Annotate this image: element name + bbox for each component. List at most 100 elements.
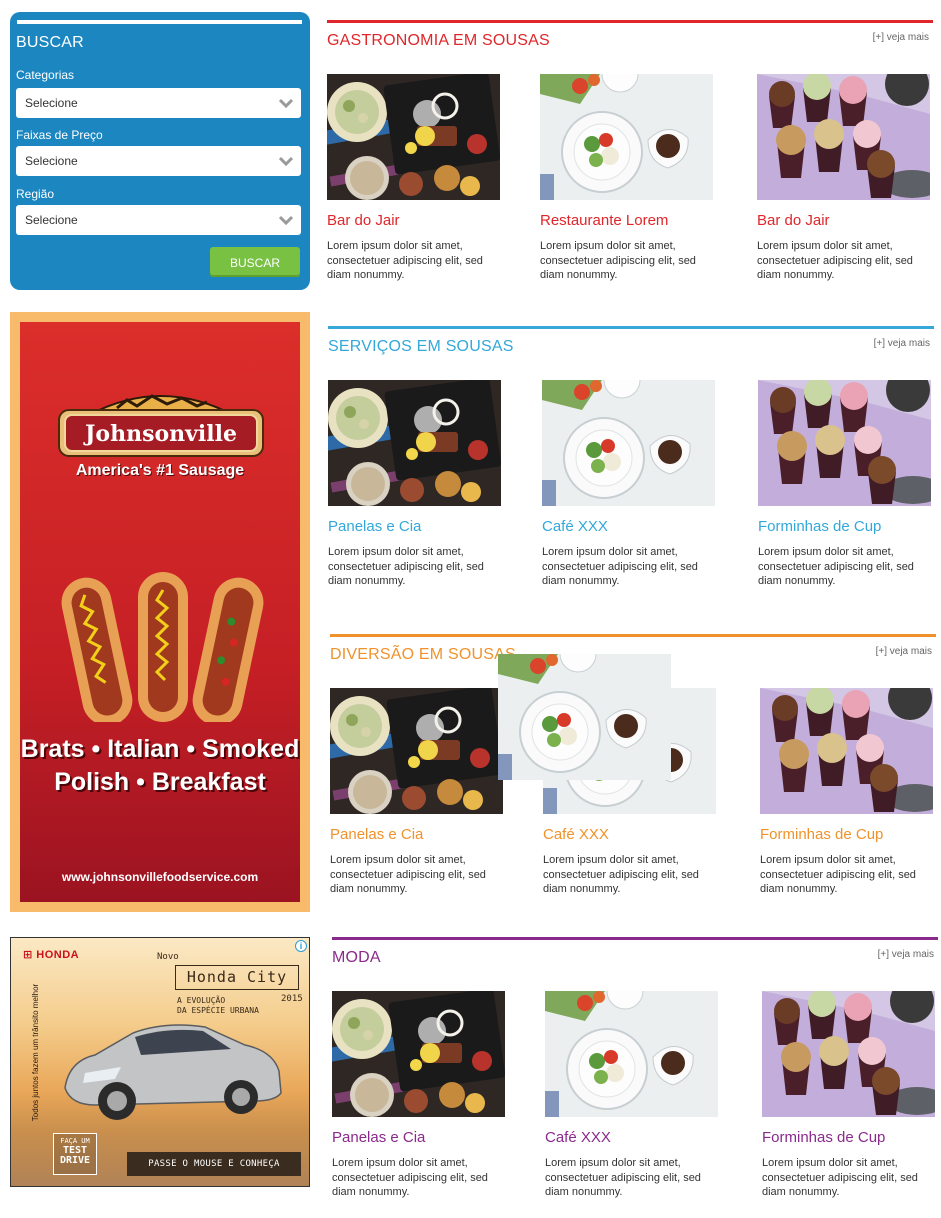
honda-novo: Novo	[157, 952, 179, 962]
grill-platter-image[interactable]	[330, 688, 503, 814]
listing-description: Lorem ipsum dolor sit amet, consectetuer…	[330, 854, 486, 895]
listing-description: Lorem ipsum dolor sit amet, consectetuer…	[762, 1157, 918, 1198]
section-title: DIVERSÃO EM SOUSAS	[330, 646, 516, 663]
logo-wordmark: Johnsonville	[83, 421, 237, 447]
price-select[interactable]: Selecione	[16, 146, 301, 176]
listing-name[interactable]: Panelas e Cia	[328, 518, 421, 535]
salad-plate-image[interactable]	[542, 380, 715, 506]
listing-description: Lorem ipsum dolor sit amet, consectetuer…	[328, 546, 484, 587]
ad-info-icon[interactable]: i	[295, 940, 307, 952]
cupcakes-image[interactable]	[762, 991, 935, 1117]
listing-description: Lorem ipsum dolor sit amet, consectetuer…	[757, 240, 913, 281]
category-select-value: Selecione	[25, 96, 78, 110]
listing-description: Lorem ipsum dolor sit amet, consectetuer…	[760, 854, 916, 895]
see-more-link[interactable]: [+] veja mais	[876, 646, 932, 657]
test-drive-line-3: DRIVE	[59, 1155, 91, 1166]
honda-logo: ⊞ HONDA	[23, 949, 80, 961]
listing-name[interactable]: Forminhas de Cup	[762, 1129, 885, 1146]
cupcakes-image[interactable]	[757, 74, 930, 200]
chevron-down-icon	[279, 215, 293, 226]
listing-name[interactable]: Bar do Jair	[327, 212, 400, 229]
listing-description: Lorem ipsum dolor sit amet, consectetuer…	[327, 240, 483, 281]
listing-card[interactable]: Bar do Jair Lorem ipsum dolor sit amet, c…	[757, 74, 932, 284]
section-divider	[332, 937, 938, 940]
listing-card[interactable]: Forminhas de Cup Lorem ipsum dolor sit am…	[758, 380, 933, 590]
search-title: BUSCAR	[16, 34, 84, 51]
hotdogs-image	[61, 572, 264, 722]
grill-platter-image[interactable]	[328, 380, 501, 506]
section: SERVIÇOS EM SOUSAS [+] veja mais Panelas e…	[328, 326, 934, 588]
listing-card[interactable]: Forminhas de Cup Lorem ipsum dolor sit am…	[762, 991, 937, 1201]
test-drive-line-1: FAÇA UM	[60, 1137, 90, 1145]
listing-name[interactable]: Restaurante Lorem	[540, 212, 668, 229]
test-drive-badge: FAÇA UM TEST DRIVE	[53, 1133, 97, 1175]
listing-card[interactable]: Café XXX Lorem ipsum dolor sit amet, cons…	[542, 380, 717, 590]
listing-card[interactable]: Restaurante Lorem Lorem ipsum dolor sit a…	[540, 74, 715, 284]
johnsonville-logo: Johnsonville	[58, 394, 264, 457]
listing-card[interactable]: Panelas e Cia Lorem ipsum dolor sit amet,…	[332, 991, 507, 1201]
salad-plate-image[interactable]	[540, 74, 713, 200]
category-select[interactable]: Selecione	[16, 88, 301, 118]
search-panel: BUSCAR Categorias Selecione Faixas de Pr…	[10, 12, 310, 290]
listing-description: Lorem ipsum dolor sit amet, consectetuer…	[758, 546, 914, 587]
listing-name[interactable]: Panelas e Cia	[332, 1129, 425, 1146]
region-select-value: Selecione	[25, 213, 78, 227]
products-line-2: Polish • Breakfast	[54, 768, 266, 796]
honda-side-text: Todos juntos fazem um trânsito melhor	[31, 983, 41, 1122]
region-select[interactable]: Selecione	[16, 205, 301, 235]
grill-platter-image[interactable]	[332, 991, 505, 1117]
section-divider	[330, 634, 936, 637]
honda-model: Honda City	[175, 965, 299, 990]
section-title: MODA	[332, 949, 381, 966]
listing-description: Lorem ipsum dolor sit amet, consectetuer…	[542, 546, 698, 587]
honda-ad[interactable]: ⊞ HONDA Novo Honda City A EVOLUÇÃO DA ES…	[10, 937, 310, 1187]
listing-name[interactable]: Forminhas de Cup	[758, 518, 881, 535]
johnsonville-site: www.johnsonvillefoodservice.com	[61, 870, 259, 884]
listing-card[interactable]: Panelas e Cia Lorem ipsum dolor sit amet,…	[330, 688, 505, 898]
see-more-link[interactable]: [+] veja mais	[873, 32, 929, 43]
listing-description: Lorem ipsum dolor sit amet, consectetuer…	[545, 1157, 701, 1198]
listing-description: Lorem ipsum dolor sit amet, consectetuer…	[543, 854, 699, 895]
listing-name[interactable]: Café XXX	[545, 1129, 611, 1146]
listing-description: Lorem ipsum dolor sit amet, consectetuer…	[540, 240, 696, 281]
listing-card[interactable]: Forminhas de Cup Lorem ipsum dolor sit am…	[760, 688, 935, 898]
price-select-value: Selecione	[25, 154, 78, 168]
see-more-link[interactable]: [+] veja mais	[874, 338, 930, 349]
search-button[interactable]: BUSCAR	[210, 247, 300, 277]
listing-description: Lorem ipsum dolor sit amet, consectetuer…	[332, 1157, 488, 1198]
car-image	[64, 1024, 282, 1120]
products-line-1: Brats • Italian • Smoked	[20, 735, 300, 763]
region-label: Região	[16, 187, 55, 201]
chevron-down-icon	[279, 98, 293, 109]
johnsonville-ad[interactable]: Johnsonville America's #1 Sausage Brats …	[10, 312, 310, 912]
listing-name[interactable]: Panelas e Cia	[330, 826, 423, 843]
category-label: Categorias	[16, 68, 75, 82]
search-divider	[17, 20, 302, 24]
floating-thumbnail[interactable]	[498, 654, 671, 780]
honda-cta[interactable]: PASSE O MOUSE E CONHEÇA	[127, 1152, 301, 1176]
listing-name[interactable]: Bar do Jair	[757, 212, 830, 229]
honda-brand: HONDA	[36, 949, 80, 961]
see-more-link[interactable]: [+] veja mais	[878, 949, 934, 960]
listing-card[interactable]: Café XXX Lorem ipsum dolor sit amet, cons…	[545, 991, 720, 1201]
listing-name[interactable]: Forminhas de Cup	[760, 826, 883, 843]
listing-card[interactable]: Panelas e Cia Lorem ipsum dolor sit amet,…	[328, 380, 503, 590]
salad-plate-image	[498, 654, 671, 780]
chevron-down-icon	[279, 156, 293, 167]
section-title: GASTRONOMIA EM SOUSAS	[327, 32, 550, 49]
section: MODA [+] veja mais Panelas e Cia Lorem ipsu…	[332, 937, 938, 1199]
section-divider	[327, 20, 933, 23]
grill-platter-image[interactable]	[327, 74, 500, 200]
cupcakes-image[interactable]	[758, 380, 931, 506]
cupcakes-image[interactable]	[760, 688, 933, 814]
section-title: SERVIÇOS EM SOUSAS	[328, 338, 514, 355]
section-divider	[328, 326, 934, 329]
price-label: Faixas de Preço	[16, 128, 103, 142]
section: GASTRONOMIA EM SOUSAS [+] veja mais Bar do…	[327, 20, 933, 282]
johnsonville-ad-banner: Johnsonville America's #1 Sausage Brats …	[20, 322, 300, 902]
listing-name[interactable]: Café XXX	[543, 826, 609, 843]
salad-plate-image[interactable]	[545, 991, 718, 1117]
listing-name[interactable]: Café XXX	[542, 518, 608, 535]
listing-card[interactable]: Bar do Jair Lorem ipsum dolor sit amet, c…	[327, 74, 502, 284]
johnsonville-tagline: America's #1 Sausage	[75, 462, 245, 479]
